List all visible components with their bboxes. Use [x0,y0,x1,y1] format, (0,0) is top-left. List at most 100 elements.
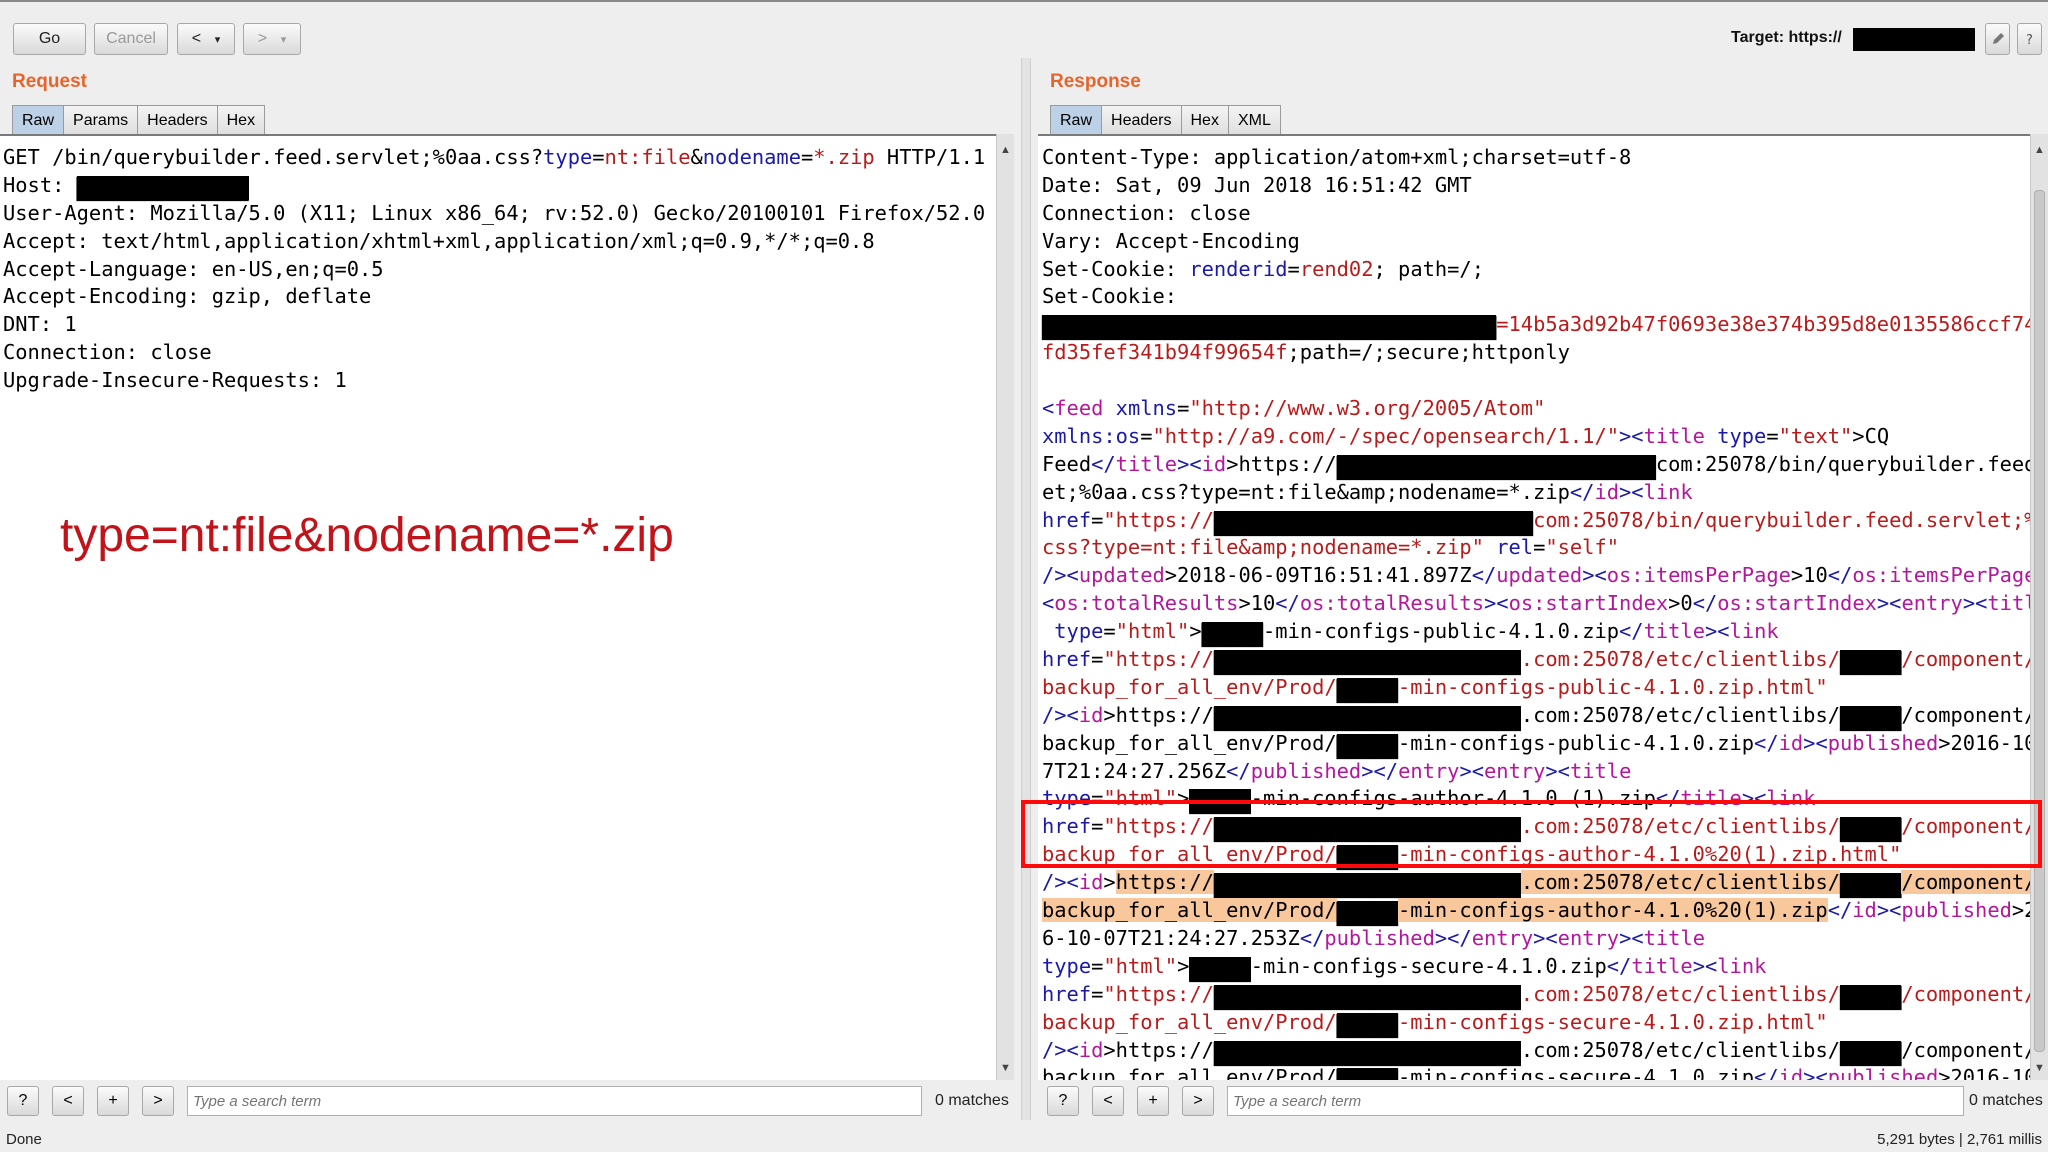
request-scrollbar[interactable]: ▲ ▼ [996,134,1014,1080]
code-token: >https:// [1226,451,1337,476]
code-token: = [1177,396,1190,421]
code-token: backup_for_all_env/Prod/ [1042,1065,1337,1080]
request-line: Accept-Language: en-US,en;q=0.5 [3,256,996,284]
response-line: /><id>https://█████████████████████████.… [1042,1037,2030,1066]
response-search-prev-button[interactable]: < [1092,1086,1124,1116]
request-search-help-button[interactable]: ? [7,1086,39,1116]
scroll-down-icon[interactable]: ▼ [2031,1062,2048,1074]
code-token: </ [1754,730,1779,755]
code-token: .com:25078/etc/clientlibs/ [1520,870,1840,895]
code-token: os:startIndex [1717,591,1877,616]
request-line: User-Agent: Mozilla/5.0 (X11; Linux x86_… [3,200,996,228]
code-token: >< [1484,591,1509,616]
response-line: Connection: close [1042,200,2030,228]
code-token: "http://a9.com/-/spec/opensearch/1.1/" [1152,423,1620,448]
response-line: Content-Type: application/atom+xml;chars… [1042,144,2030,172]
code-token: </ [1692,591,1718,616]
code-token: os:totalResults [1299,591,1484,616]
code-token: -min-configs-secure-4.1.0.zip [1250,953,1607,978]
response-line: href="https://██████████████████████████… [1042,507,2030,536]
response-search-input[interactable] [1227,1086,1964,1116]
panel-splitter[interactable] [1021,58,1031,1120]
response-editor[interactable]: Content-Type: application/atom+xml;chars… [1038,134,2030,1080]
response-scrollbar[interactable]: ▲ ▼ [2030,134,2048,1080]
response-line: et;%0aa.css?type=nt:file&amp;nodename=*.… [1042,479,2030,507]
response-search-next-button[interactable]: > [1182,1086,1214,1116]
cancel-button[interactable]: Cancel [94,23,168,55]
scroll-up-icon[interactable]: ▲ [2031,144,2048,156]
target-host-redacted [1853,28,1975,51]
request-tab-params[interactable]: Params [63,105,139,135]
request-tab-raw[interactable]: Raw [12,105,65,135]
code-token: = [1091,981,1104,1006]
scroll-down-icon[interactable]: ▼ [997,1062,1014,1074]
code-token: link [1717,953,1767,978]
code-token: = [1766,423,1779,448]
redacted-block: █████ [1839,984,1902,1010]
code-token: ;path=/;secure;httponly [1287,340,1570,365]
code-token: "https:// [1103,647,1214,672]
request-tab-headers[interactable]: Headers [137,105,218,135]
request-search-prev-button[interactable]: < [52,1086,84,1116]
response-search-add-button[interactable]: + [1137,1086,1169,1116]
code-token: Set-Cookie: [1042,256,1190,281]
code-token: </ [1091,451,1116,476]
code-token: .com:25078/etc/clientlibs/ [1520,702,1840,727]
code-token: </ [1827,563,1853,588]
code-token: & [690,145,703,169]
back-button[interactable]: < ▾ [177,23,235,55]
code-token: Connection: close [1042,200,1251,225]
request-search-add-button[interactable]: + [97,1086,129,1116]
response-line: backup_for_all_env/Prod/█████-min-config… [1042,1064,2030,1080]
highlight-box [1021,800,2042,868]
code-token: backup_for_all_env/Prod/ [1042,730,1337,755]
response-search-help-button[interactable]: ? [1047,1086,1079,1116]
code-token: href [1042,507,1092,532]
code-token: published [1827,1065,1939,1080]
code-token: type [1042,953,1092,978]
code-token: >https:// [1103,702,1214,727]
scroll-up-icon[interactable]: ▲ [997,144,1014,156]
help-icon: ? [2026,33,2033,47]
redacted-block: █████ [1189,956,1251,982]
code-token: >< [1619,925,1644,950]
request-search-next-button[interactable]: > [142,1086,174,1116]
response-line: href="https://█████████████████████████.… [1042,981,2030,1010]
edit-target-button[interactable] [1985,23,2010,55]
response-line: 6-10-07T21:24:27.253Z</published></entry… [1042,925,2030,953]
code-token: ; path=/; [1373,256,1485,281]
response-search-matches: 0 matches [1969,1092,2043,1109]
forward-menu-icon: ▾ [280,33,287,46]
code-token: /component/Config_ [1901,647,2030,672]
code-token: User-Agent: Mozilla/5.0 (X11; Linux x86_… [3,200,986,225]
code-token: 6-10-07T21:24:27.253Z [1042,925,1300,950]
redacted-block: ██████████████ [76,175,249,201]
response-tab-xml[interactable]: XML [1227,105,1281,135]
response-tab-raw[interactable]: Raw [1050,105,1103,135]
redacted-block: █████ [1840,1040,1902,1066]
redacted-block: █████████████████████████ [1213,984,1521,1010]
response-scroll-thumb[interactable] [2034,190,2045,1052]
request-search-input[interactable] [187,1086,922,1116]
response-tab-headers[interactable]: Headers [1101,105,1182,135]
redacted-block: ██████████████████████████ [1336,454,1656,480]
response-tab-hex[interactable]: Hex [1180,105,1229,135]
code-token: = [1091,953,1104,978]
request-tab-hex[interactable]: Hex [216,105,266,135]
code-token: Set-Cookie: [1042,284,1178,309]
code-token: ></ [1361,758,1399,783]
code-token: .com:25078/etc/clientlibs/ [1520,647,1840,672]
code-token: </ [1754,1065,1779,1080]
window-top-border [0,0,2048,2]
forward-button[interactable]: > ▾ [243,23,301,55]
code-token: >< [1803,730,1828,755]
code-token: rend02 [1299,256,1374,281]
response-line: backup_for_all_env/Prod/█████-min-config… [1042,897,2030,926]
response-tabs: Raw Headers Hex XML [1050,105,1281,135]
help-button[interactable]: ? [2017,23,2042,55]
code-token: >2018-06-09T16:51:41.897Z [1164,563,1472,588]
go-button[interactable]: Go [13,23,86,55]
request-editor[interactable]: GET /bin/querybuilder.feed.servlet;%0aa.… [0,134,996,1080]
code-token: </ [1299,925,1325,950]
code-token: = [1140,423,1153,448]
